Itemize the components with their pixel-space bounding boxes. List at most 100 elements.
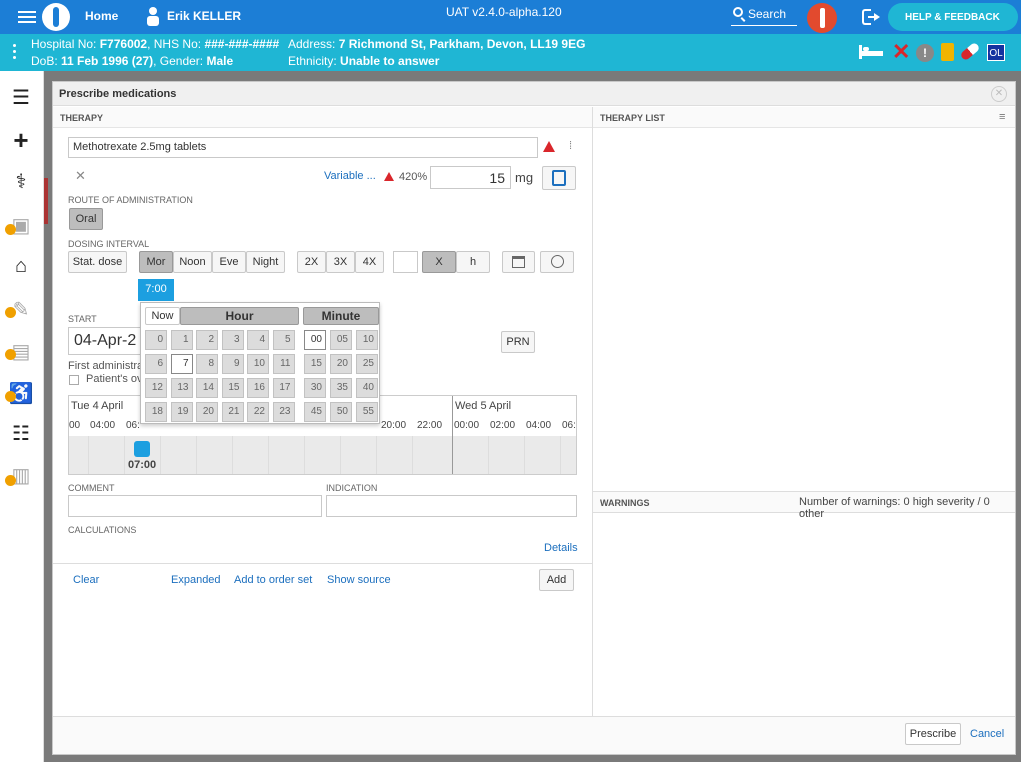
therapy-list-menu-icon[interactable]: ≡ — [999, 111, 1005, 123]
user-name[interactable]: Erik KELLER — [167, 9, 241, 23]
drug-name-field[interactable]: Methotrexate 2.5mg tablets — [68, 137, 538, 158]
home-icon[interactable]: ⌂ — [8, 253, 34, 279]
hour-cell[interactable]: 5 — [272, 330, 295, 350]
hour-cell[interactable]: 16 — [247, 378, 269, 398]
comment-input[interactable] — [68, 495, 322, 517]
night-button[interactable]: Night — [246, 251, 285, 273]
indication-input[interactable] — [326, 495, 577, 517]
app-logo-icon[interactable] — [42, 3, 70, 31]
dose-input[interactable]: 15 — [430, 166, 511, 189]
hour-cell[interactable]: 6 — [145, 354, 167, 374]
now-button[interactable]: Now — [145, 307, 180, 325]
timeline-dose-marker[interactable] — [134, 441, 150, 457]
freq-4x-button[interactable]: 4X — [355, 251, 384, 273]
warnings-summary: Number of warnings: 0 high severity / 0 … — [799, 496, 990, 520]
hour-cell[interactable]: 20 — [196, 402, 218, 422]
gender: Male — [206, 54, 234, 68]
hour-cell[interactable]: 11 — [272, 354, 295, 374]
alert-icon[interactable]: ! — [916, 44, 934, 62]
home-link[interactable]: Home — [85, 9, 118, 23]
minute-cell[interactable]: 15 — [304, 354, 326, 374]
minute-cell[interactable]: 40 — [356, 378, 378, 398]
freq-3x-button[interactable]: 3X — [326, 251, 355, 273]
interval-x-button[interactable]: X — [422, 251, 456, 273]
hour-cell[interactable]: 7 — [170, 354, 193, 374]
clinician-avatar[interactable] — [807, 3, 837, 33]
show-source-link[interactable]: Show source — [327, 574, 391, 586]
add-button[interactable]: Add — [539, 569, 574, 591]
timeline-hour: 06: — [562, 420, 576, 431]
hour-cell[interactable]: 8 — [196, 354, 218, 374]
logout-icon[interactable] — [862, 9, 882, 25]
hour-cell[interactable]: 17 — [272, 378, 295, 398]
expanded-link[interactable]: Expanded — [171, 574, 221, 586]
variable-dose-link[interactable]: Variable ... — [324, 170, 376, 182]
hour-cell[interactable]: 12 — [145, 378, 167, 398]
add-icon[interactable]: + — [8, 127, 34, 153]
menu-icon[interactable] — [18, 9, 36, 25]
close-icon[interactable]: ✕ — [991, 86, 1007, 102]
clear-drug-icon[interactable]: ✕ — [75, 168, 86, 184]
clear-link[interactable]: Clear — [73, 574, 99, 586]
hour-cell[interactable]: 23 — [272, 402, 295, 422]
list-icon[interactable]: ☰ — [8, 85, 34, 111]
search-button[interactable]: Search — [731, 6, 797, 26]
evening-button[interactable]: Eve — [212, 251, 246, 273]
minute-cell[interactable]: 35 — [330, 378, 352, 398]
hour-cell[interactable]: 13 — [170, 378, 193, 398]
hour-cell[interactable]: 22 — [247, 402, 269, 422]
morning-button[interactable]: Mor — [139, 251, 173, 273]
kebab-menu-icon[interactable] — [13, 44, 16, 60]
minute-cell[interactable]: 10 — [356, 330, 378, 350]
interval-input[interactable] — [393, 251, 418, 273]
calendar-button[interactable] — [502, 251, 535, 273]
info-icon[interactable]: ⁞ — [569, 140, 572, 152]
minute-cell[interactable]: 25 — [356, 354, 378, 374]
hour-cell[interactable]: 10 — [247, 354, 269, 374]
stethoscope-icon[interactable]: ⚕ — [8, 169, 34, 195]
hour-cell[interactable]: 14 — [196, 378, 218, 398]
minute-cell[interactable]: 30 — [304, 378, 326, 398]
hour-cell[interactable]: 21 — [221, 402, 244, 422]
medication-pill-icon[interactable] — [959, 41, 981, 62]
start-label: START — [68, 314, 97, 324]
bed-icon[interactable] — [859, 45, 883, 59]
prn-button[interactable]: PRN — [501, 331, 535, 353]
freq-2x-button[interactable]: 2X — [297, 251, 326, 273]
warning-icon[interactable] — [543, 141, 555, 152]
allergy-x-icon[interactable]: ✕ — [892, 41, 910, 63]
clipboard-icon[interactable] — [941, 43, 954, 61]
cancel-link[interactable]: Cancel — [970, 728, 1004, 740]
checklist-icon[interactable]: ☷ — [8, 421, 34, 447]
hour-cell[interactable]: 19 — [170, 402, 193, 422]
hour-cell[interactable]: 15 — [221, 378, 244, 398]
minute-cell[interactable]: 00 — [304, 330, 326, 350]
hour-cell[interactable]: 1 — [170, 330, 193, 350]
start-date-input[interactable]: 04-Apr-2 — [68, 327, 143, 355]
patient-banner: Hospital No: F776002, NHS No: ###-###-##… — [0, 34, 1021, 71]
help-feedback-button[interactable]: HELP & FEEDBACK — [888, 3, 1018, 31]
hour-cell[interactable]: 18 — [145, 402, 167, 422]
route-oral-button[interactable]: Oral — [69, 208, 103, 230]
clock-button[interactable] — [540, 251, 574, 273]
details-link[interactable]: Details — [544, 542, 578, 554]
hour-cell[interactable]: 4 — [247, 330, 269, 350]
hour-cell[interactable]: 9 — [221, 354, 244, 374]
minute-cell[interactable]: 50 — [330, 402, 352, 422]
minute-cell[interactable]: 20 — [330, 354, 352, 374]
minute-cell[interactable]: 05 — [330, 330, 352, 350]
hour-cell[interactable]: 2 — [196, 330, 218, 350]
patients-own-checkbox[interactable] — [69, 375, 79, 385]
minute-cell[interactable]: 45 — [304, 402, 326, 422]
stat-dose-button[interactable]: Stat. dose — [68, 251, 127, 273]
interval-h-button[interactable]: h — [456, 251, 490, 273]
calculator-button[interactable] — [542, 166, 576, 190]
minute-cell[interactable]: 55 — [356, 402, 378, 422]
hospital-no: F776002 — [99, 37, 148, 51]
noon-button[interactable]: Noon — [173, 251, 212, 273]
prescribe-button[interactable]: Prescribe — [905, 723, 961, 745]
add-to-order-set-link[interactable]: Add to order set — [234, 574, 312, 586]
hour-cell[interactable]: 3 — [221, 330, 244, 350]
hour-cell[interactable]: 0 — [145, 330, 167, 350]
ol-badge[interactable]: OL — [987, 44, 1005, 61]
